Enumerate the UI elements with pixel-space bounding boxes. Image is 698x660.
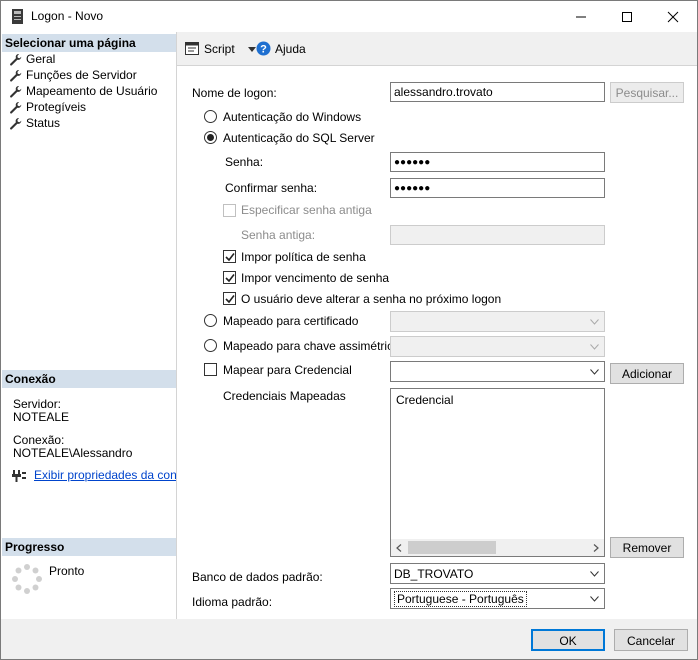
sql-auth-radio[interactable] bbox=[204, 131, 217, 144]
certificate-radio[interactable] bbox=[204, 314, 217, 327]
connection-label: Conexão: bbox=[13, 433, 65, 447]
horizontal-scrollbar[interactable] bbox=[391, 539, 604, 556]
wrench-icon bbox=[10, 102, 22, 114]
svg-text:?: ? bbox=[260, 44, 267, 56]
minimize-icon bbox=[576, 16, 586, 18]
wrench-icon bbox=[10, 86, 22, 98]
add-button[interactable]: Adicionar bbox=[610, 363, 684, 384]
chevron-down-icon bbox=[590, 596, 599, 602]
login-name-label: Nome de logon: bbox=[192, 86, 277, 100]
default-language-label: Idioma padrão: bbox=[192, 595, 273, 609]
windows-auth-label: Autenticação do Windows bbox=[223, 110, 362, 124]
toolbar: Script ? Ajuda bbox=[177, 32, 697, 65]
password-label: Senha: bbox=[225, 155, 264, 169]
asymmetric-key-select[interactable] bbox=[390, 336, 605, 357]
credential-select[interactable] bbox=[390, 361, 605, 382]
password-input[interactable]: ●●●●●● bbox=[390, 152, 605, 172]
confirm-password-input[interactable]: ●●●●●● bbox=[390, 178, 605, 198]
default-language-value: Portuguese - Português bbox=[394, 591, 527, 607]
app-icon bbox=[12, 9, 23, 24]
chevron-down-icon bbox=[590, 571, 599, 577]
help-label: Ajuda bbox=[275, 42, 306, 56]
must-change-checkbox[interactable] bbox=[223, 292, 236, 305]
help-icon: ? bbox=[256, 41, 271, 56]
page-item-label: Status bbox=[26, 116, 61, 130]
chevron-left-icon[interactable] bbox=[396, 544, 402, 552]
page-item-label: Mapeamento de Usuário bbox=[26, 84, 158, 98]
specify-old-password-checkbox[interactable] bbox=[223, 204, 236, 217]
minimize-button[interactable] bbox=[558, 1, 604, 32]
maximize-button[interactable] bbox=[604, 1, 650, 32]
asymmetric-key-radio[interactable] bbox=[204, 339, 217, 352]
credential-checkbox[interactable] bbox=[204, 363, 217, 376]
old-password-input[interactable] bbox=[390, 225, 605, 245]
search-button[interactable]: Pesquisar... bbox=[610, 82, 684, 103]
chevron-down-icon bbox=[248, 47, 256, 52]
connection-header: Conexão bbox=[2, 370, 176, 388]
asymmetric-key-label: Mapeado para chave assimétrica bbox=[223, 339, 400, 353]
connection-properties-icon bbox=[12, 470, 26, 482]
scrollbar-thumb[interactable] bbox=[408, 541, 496, 554]
default-db-value: DB_TROVATO bbox=[394, 567, 474, 581]
logon-dialog: Logon - Novo Selecionar uma página Geral… bbox=[0, 0, 698, 660]
old-password-label: Senha antiga: bbox=[241, 228, 316, 242]
default-db-label: Banco de dados padrão: bbox=[192, 570, 323, 584]
chevron-right-icon[interactable] bbox=[593, 544, 599, 552]
chevron-down-icon bbox=[590, 369, 599, 375]
server-label: Servidor: bbox=[13, 397, 62, 411]
default-db-select[interactable]: DB_TROVATO bbox=[390, 563, 605, 584]
credentials-column-header: Credencial bbox=[396, 393, 454, 407]
sql-auth-label: Autenticação do SQL Server bbox=[223, 131, 375, 145]
default-language-select[interactable]: Portuguese - Português bbox=[390, 588, 605, 609]
certificate-label: Mapeado para certificado bbox=[223, 314, 359, 328]
progress-header: Progresso bbox=[2, 538, 176, 556]
certificate-select[interactable] bbox=[390, 311, 605, 332]
credential-label: Mapear para Credencial bbox=[223, 363, 352, 377]
select-page-header: Selecionar uma página bbox=[2, 34, 176, 52]
progress-spinner-icon bbox=[12, 564, 42, 594]
mapped-credentials-list[interactable]: Credencial bbox=[390, 388, 605, 557]
wrench-icon bbox=[10, 70, 22, 82]
window-title: Logon - Novo bbox=[31, 9, 104, 23]
close-icon bbox=[667, 11, 679, 23]
page-item-label: Protegíveis bbox=[26, 100, 87, 114]
checkmark-icon bbox=[225, 274, 235, 283]
dialog-footer: OK Cancelar bbox=[1, 619, 697, 659]
enforce-expiration-label: Impor vencimento de senha bbox=[241, 271, 390, 285]
chevron-down-icon bbox=[590, 319, 599, 325]
help-button[interactable]: ? Ajuda bbox=[256, 41, 316, 57]
confirm-password-label: Confirmar senha: bbox=[225, 181, 318, 195]
mapped-credentials-label: Credenciais Mapeadas bbox=[223, 389, 346, 403]
script-button[interactable]: Script bbox=[185, 41, 261, 57]
ok-button[interactable]: OK bbox=[531, 629, 605, 651]
enforce-policy-label: Impor política de senha bbox=[241, 250, 366, 264]
connection-properties-link[interactable]: Exibir propriedades da conexã bbox=[34, 468, 176, 482]
specify-old-password-label: Especificar senha antiga bbox=[241, 203, 372, 217]
page-item-label: Funções de Servidor bbox=[26, 68, 137, 82]
server-value: NOTEALE bbox=[13, 410, 70, 424]
enforce-policy-checkbox[interactable] bbox=[223, 250, 236, 263]
wrench-icon bbox=[10, 54, 22, 66]
script-icon bbox=[185, 42, 199, 55]
cancel-button[interactable]: Cancelar bbox=[614, 629, 688, 651]
must-change-label: O usuário deve alterar a senha no próxim… bbox=[241, 292, 502, 306]
script-label: Script bbox=[204, 42, 235, 56]
checkmark-icon bbox=[225, 253, 235, 262]
connection-value: NOTEALE\Alessandro bbox=[13, 446, 133, 460]
page-item-label: Geral bbox=[26, 52, 56, 66]
title-bar: Logon - Novo bbox=[1, 1, 697, 32]
wrench-icon bbox=[10, 118, 22, 130]
close-button[interactable] bbox=[650, 1, 696, 32]
windows-auth-radio[interactable] bbox=[204, 110, 217, 123]
progress-status: Pronto bbox=[49, 564, 85, 578]
remove-button[interactable]: Remover bbox=[610, 537, 684, 558]
chevron-down-icon bbox=[590, 344, 599, 350]
login-name-input[interactable]: alessandro.trovato bbox=[390, 82, 605, 102]
enforce-expiration-checkbox[interactable] bbox=[223, 271, 236, 284]
maximize-icon bbox=[622, 12, 632, 22]
checkmark-icon bbox=[225, 295, 235, 304]
